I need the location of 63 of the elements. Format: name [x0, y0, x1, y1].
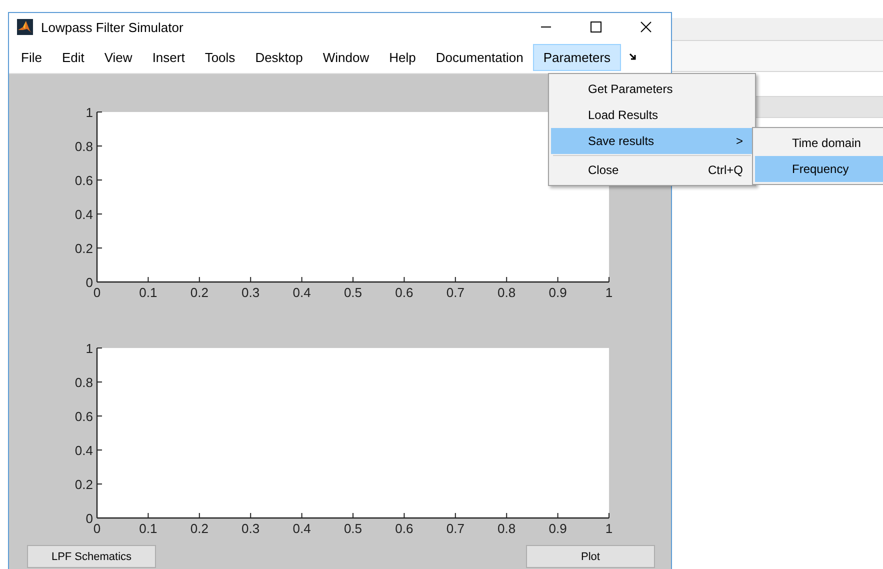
y-tick-label: 0.2 [74, 477, 93, 492]
x-tick-label: 0.6 [395, 285, 414, 299]
x-tick-label: 0.5 [344, 285, 362, 299]
window-title: Lowpass Filter Simulator [41, 20, 184, 34]
menu-item[interactable]: Insert [142, 44, 195, 70]
dropdown-item[interactable]: Close Ctrl+Q [551, 157, 753, 183]
x-tick-label: 0.2 [190, 521, 208, 535]
y-tick-label: 1 [86, 341, 93, 356]
close-icon [640, 21, 652, 33]
item-label: Get Parameters [588, 82, 674, 96]
x-tick-label: 0.4 [292, 285, 311, 299]
x-tick-label: 0.9 [548, 285, 567, 299]
x-tick-label: 0 [93, 521, 101, 535]
y-tick-label: 0.8 [74, 375, 93, 390]
dropdown-item[interactable]: Get Parameters [551, 76, 753, 102]
menu-item[interactable]: Parameters [533, 44, 621, 70]
submenu-item[interactable]: Frequency [755, 156, 883, 182]
x-tick-label: 0.8 [498, 521, 516, 535]
x-tick-label: 1 [605, 521, 613, 535]
x-tick-label: 0 [93, 285, 101, 299]
menu-item[interactable]: Help [379, 44, 426, 70]
dock-arrow-icon[interactable] [628, 53, 637, 61]
item-label: Close [588, 163, 620, 177]
x-tick-label: 0.5 [344, 521, 362, 535]
schematics-button[interactable]: LPF Schematics [27, 545, 156, 568]
plot-button[interactable]: Plot [526, 545, 655, 568]
x-tick-label: 0.9 [548, 521, 567, 535]
x-tick-label: 1 [605, 285, 613, 299]
submenu-item[interactable]: Time domain [755, 130, 883, 156]
y-tick-label: 0.4 [74, 443, 93, 458]
y-tick-label: 0.2 [74, 241, 93, 256]
x-tick-label: 0.6 [395, 521, 414, 535]
x-tick-label: 0.2 [190, 285, 208, 299]
shortcut-label: Ctrl+Q [708, 163, 743, 177]
y-tick-label: 0 [86, 275, 93, 290]
menu-item[interactable]: Window [312, 44, 380, 70]
y-tick-label: 0.6 [74, 173, 93, 188]
x-tick-label: 0.1 [139, 285, 158, 299]
x-tick-label: 0.1 [139, 521, 158, 535]
x-tick-label: 0.7 [446, 521, 464, 535]
menu-item[interactable]: Tools [194, 44, 246, 70]
menu-item[interactable]: Edit [52, 44, 94, 70]
y-tick-label: 1 [86, 105, 93, 120]
app-logo-icon [17, 19, 33, 35]
menu-item[interactable]: Desktop [245, 44, 313, 70]
y-tick-label: 0 [86, 511, 93, 526]
x-tick-label: 0.7 [446, 285, 464, 299]
x-tick-label: 0.8 [498, 285, 516, 299]
menu-item[interactable]: View [94, 44, 142, 70]
x-tick-label: 0.4 [292, 521, 311, 535]
dropdown-item[interactable]: Save results > [551, 128, 753, 154]
x-tick-label: 0.3 [242, 521, 260, 535]
y-tick-label: 0.6 [74, 409, 93, 424]
menu-item[interactable]: Documentation [426, 44, 534, 70]
item-label: Save results [588, 134, 656, 148]
x-tick-label: 0.3 [242, 285, 260, 299]
y-tick-label: 0.4 [74, 207, 93, 222]
dropdown-item[interactable]: Load Results [551, 102, 753, 128]
maximize-icon [590, 21, 602, 33]
submenu-arrow: > [736, 134, 743, 148]
y-tick-label: 0.8 [74, 139, 93, 154]
item-label: Load Results [588, 108, 660, 122]
menu-item[interactable]: File [11, 44, 52, 70]
